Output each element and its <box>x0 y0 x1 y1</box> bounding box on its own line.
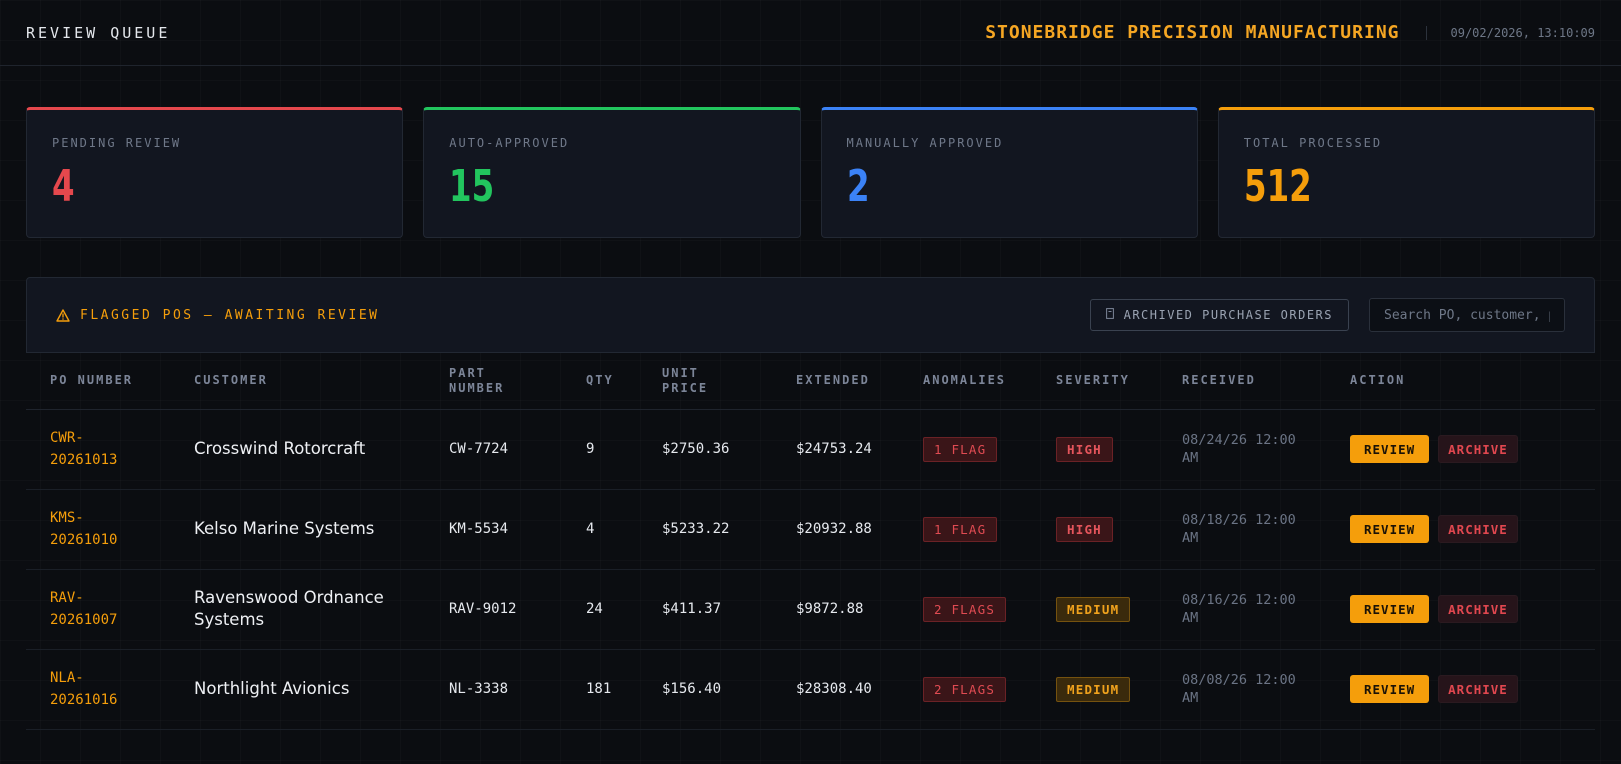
panel-controls: ARCHIVED PURCHASE ORDERS <box>1089 298 1565 332</box>
stat-label: MANUALLY APPROVED <box>846 136 1004 150</box>
severity-badge: MEDIUM <box>1056 676 1131 702</box>
stat-label: PENDING REVIEW <box>52 136 182 150</box>
column-header-extended[interactable]: EXTENDED <box>796 353 923 410</box>
unit-price: $156.40 <box>662 649 796 730</box>
review-button[interactable]: REVIEW <box>1350 675 1430 703</box>
archive-button[interactable]: ARCHIVE <box>1438 435 1518 463</box>
po-number[interactable]: CWR-20261013 <box>50 427 130 471</box>
qty: 24 <box>586 569 662 650</box>
part-number: CW-7724 <box>449 409 586 490</box>
header-divider <box>1425 25 1427 40</box>
column-header-qty[interactable]: QTY <box>586 353 662 410</box>
stat-label: TOTAL PROCESSED <box>1243 136 1383 150</box>
table-row: RAV-20261007 Ravenswood Ordnance Systems… <box>26 569 1595 650</box>
severity-badge: HIGH <box>1056 516 1113 542</box>
po-number[interactable]: RAV-20261007 <box>50 587 130 631</box>
unit-price: $5233.22 <box>662 489 796 570</box>
column-header-action: ACTION <box>1350 353 1595 410</box>
extended-price: $20932.88 <box>796 489 923 570</box>
qty: 181 <box>586 649 662 730</box>
anomaly-badge[interactable]: 2 FLAGS <box>923 596 1007 622</box>
flagged-po-table: PO NUMBER CUSTOMER PART NUMBER QTY UNIT … <box>26 353 1595 730</box>
review-button[interactable]: REVIEW <box>1350 595 1430 623</box>
po-number[interactable]: NLA-20261016 <box>50 667 130 711</box>
unit-price: $2750.36 <box>662 409 796 490</box>
part-number: KM-5534 <box>449 489 586 570</box>
po-number[interactable]: KMS-20261010 <box>50 507 130 551</box>
panel-title-text: FLAGGED POS — AWAITING REVIEW <box>80 307 380 323</box>
severity-badge: MEDIUM <box>1056 596 1131 622</box>
top-bar: REVIEW QUEUE STONEBRIDGE PRECISION MANUF… <box>0 0 1621 66</box>
severity-badge: HIGH <box>1056 436 1113 462</box>
panel-title: FLAGGED POS — AWAITING REVIEW <box>56 308 379 323</box>
table-row: NLA-20261016 Northlight Avionics NL-3338… <box>26 649 1595 730</box>
received-date: 08/18/26 12:00 AM <box>1182 512 1296 546</box>
part-number: NL-3338 <box>449 649 586 730</box>
flagged-panel-header: FLAGGED POS — AWAITING REVIEW ARCHIVED P… <box>26 277 1595 353</box>
anomaly-badge[interactable]: 1 FLAG <box>923 516 998 542</box>
column-header-part-number-text: PART NUMBER <box>449 365 505 395</box>
table-row: CWR-20261013 Crosswind Rotorcraft CW-772… <box>26 409 1595 490</box>
column-header-severity[interactable]: SEVERITY <box>1056 353 1182 410</box>
stat-card-pending: PENDING REVIEW 4 <box>26 107 404 238</box>
column-header-customer[interactable]: CUSTOMER <box>194 353 449 410</box>
stat-card-manually-approved: MANUALLY APPROVED 2 <box>820 107 1198 238</box>
row-actions: REVIEW ARCHIVE <box>1350 515 1595 543</box>
company-name: STONEBRIDGE PRECISION MANUFACTURING <box>985 22 1400 43</box>
extended-price: $28308.40 <box>796 649 923 730</box>
qty: 9 <box>586 409 662 490</box>
table-row: KMS-20261010 Kelso Marine Systems KM-553… <box>26 489 1595 570</box>
header-right: STONEBRIDGE PRECISION MANUFACTURING 09/0… <box>985 22 1595 43</box>
column-header-received[interactable]: RECEIVED <box>1182 353 1350 410</box>
stat-card-auto-approved: AUTO-APPROVED 15 <box>423 107 801 238</box>
customer-name: Ravenswood Ordnance Systems <box>194 588 384 629</box>
column-header-po-number[interactable]: PO NUMBER <box>26 353 194 410</box>
anomaly-badge[interactable]: 1 FLAG <box>923 436 998 462</box>
archive-button[interactable]: ARCHIVE <box>1438 595 1518 623</box>
stat-value: 4 <box>52 161 75 212</box>
stat-value: 2 <box>846 161 870 212</box>
archive-button[interactable]: ARCHIVE <box>1438 675 1518 703</box>
received-date: 08/16/26 12:00 AM <box>1182 592 1296 626</box>
received-date: 08/24/26 12:00 AM <box>1182 432 1296 466</box>
unit-price: $411.37 <box>662 569 796 650</box>
row-actions: REVIEW ARCHIVE <box>1350 435 1595 463</box>
review-button[interactable]: REVIEW <box>1350 435 1430 463</box>
extended-price: $24753.24 <box>796 409 923 490</box>
row-actions: REVIEW ARCHIVE <box>1350 595 1595 623</box>
stats-row: PENDING REVIEW 4 AUTO-APPROVED 15 MANUAL… <box>0 107 1621 238</box>
stat-card-total-processed: TOTAL PROCESSED 512 <box>1217 107 1595 238</box>
customer-name: Northlight Avionics <box>194 679 350 698</box>
customer-name: Crosswind Rotorcraft <box>194 439 366 458</box>
stat-label: AUTO-APPROVED <box>449 136 570 150</box>
page-title: REVIEW QUEUE <box>26 23 171 42</box>
archive-button[interactable]: ARCHIVE <box>1438 515 1518 543</box>
column-header-part-number[interactable]: PART NUMBER <box>449 353 586 410</box>
extended-price: $9872.88 <box>796 569 923 650</box>
archive-box-icon <box>1105 308 1114 322</box>
column-header-unit-price-text: UNIT PRICE <box>662 365 709 395</box>
stat-value: 15 <box>449 161 495 212</box>
row-actions: REVIEW ARCHIVE <box>1350 675 1595 703</box>
review-button[interactable]: REVIEW <box>1350 515 1430 543</box>
stat-value: 512 <box>1243 161 1312 212</box>
search-input[interactable] <box>1369 298 1565 332</box>
part-number: RAV-9012 <box>449 569 586 650</box>
qty: 4 <box>586 489 662 570</box>
customer-name: Kelso Marine Systems <box>194 519 375 538</box>
warning-icon <box>56 308 70 322</box>
column-header-unit-price[interactable]: UNIT PRICE <box>662 353 796 410</box>
anomaly-badge[interactable]: 2 FLAGS <box>923 676 1007 702</box>
datetime-display: 09/02/2026, 13:10:09 <box>1450 25 1596 40</box>
archived-purchase-orders-button[interactable]: ARCHIVED PURCHASE ORDERS <box>1089 299 1349 331</box>
table-header-row: PO NUMBER CUSTOMER PART NUMBER QTY UNIT … <box>26 353 1595 410</box>
archived-button-label: ARCHIVED PURCHASE ORDERS <box>1123 308 1333 322</box>
received-date: 08/08/26 12:00 AM <box>1182 672 1296 706</box>
column-header-anomalies[interactable]: ANOMALIES <box>923 353 1056 410</box>
